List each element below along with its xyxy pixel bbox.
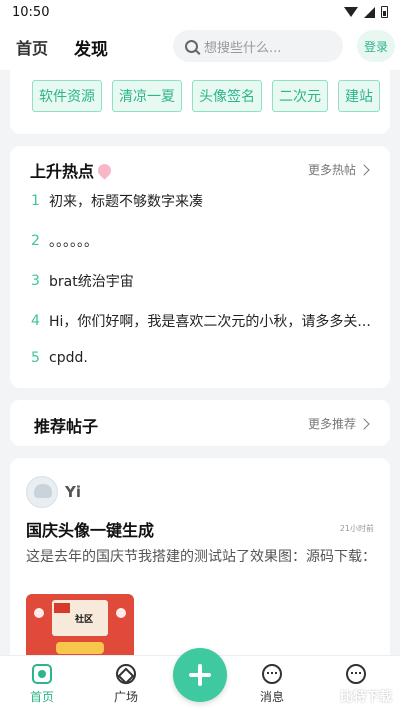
hot-rank: 1 <box>31 193 40 209</box>
hot-topics-card: 上升热点 更多热帖 1 初来，标题不够数字来凑 2 。。。。。。 3 brat统… <box>10 146 390 388</box>
hot-item[interactable]: 4 Hi，你们好啊，我是喜欢二次元的小秋，请多多关... <box>31 311 381 331</box>
hot-topics-title: 上升热点 <box>30 158 114 182</box>
post-body: 这是去年的国庆节我搭建的测试站了效果图：源码下载： <box>26 549 376 565</box>
hot-item[interactable]: 5 cpdd. <box>31 350 381 366</box>
tag-summer[interactable]: 清凉一夏 <box>112 80 182 112</box>
bottom-tab-profile[interactable] <box>326 664 386 688</box>
hot-rank: 5 <box>31 350 40 366</box>
post-image[interactable]: 社区 <box>26 594 134 664</box>
more-recommend-link[interactable]: 更多推荐 <box>307 415 370 432</box>
bottom-tab-messages[interactable]: 消息 <box>242 664 302 705</box>
image-caption: 社区 <box>75 615 94 625</box>
hot-text: 。。。。。。 <box>49 234 98 250</box>
flag-icon <box>54 603 70 613</box>
more-hot-posts-label: 更多热帖 <box>307 163 356 177</box>
signal-icon <box>364 6 375 18</box>
post-title[interactable]: 国庆头像一键生成 <box>26 517 154 541</box>
hot-rank: 4 <box>31 313 40 329</box>
battery-icon <box>381 6 388 18</box>
tab-discover[interactable]: 发现 <box>74 35 109 60</box>
hot-item[interactable]: 2 。。。。。。 <box>31 231 381 251</box>
bottom-nav: 首页 广场 消息 比特下载 <box>0 648 400 711</box>
recommend-title: 推荐帖子 <box>34 417 99 436</box>
post-author[interactable]: Yi <box>65 483 81 501</box>
thumb-chip <box>56 642 104 654</box>
tag-anime[interactable]: 二次元 <box>272 80 328 112</box>
tag-avatar-signature[interactable]: 头像签名 <box>192 80 262 112</box>
image-prev-icon[interactable] <box>34 608 44 618</box>
more-recommend-label: 更多推荐 <box>307 417 356 431</box>
avatar[interactable] <box>26 476 58 508</box>
chat-icon <box>346 664 366 684</box>
bottom-tab-messages-label: 消息 <box>259 690 284 704</box>
status-time: 10:50 <box>12 4 50 20</box>
compass-icon <box>116 664 136 684</box>
fire-icon <box>95 160 114 180</box>
hot-item[interactable]: 1 初来，标题不够数字来凑 <box>31 191 381 211</box>
tab-home[interactable]: 首页 <box>16 35 48 59</box>
tag-website[interactable]: 建站 <box>338 80 380 112</box>
hot-rank: 3 <box>31 273 40 289</box>
bottom-tab-home-label: 首页 <box>29 690 54 704</box>
tag-software[interactable]: 软件资源 <box>32 80 102 112</box>
hot-topics-title-text: 上升热点 <box>30 162 95 181</box>
hot-rank: 2 <box>31 233 40 249</box>
search-input[interactable]: 想搜些什么... <box>173 30 343 62</box>
search-icon <box>185 39 198 53</box>
more-hot-posts-link[interactable]: 更多热帖 <box>307 161 370 178</box>
hot-text: brat统治宇宙 <box>49 274 134 290</box>
bottom-tab-home[interactable]: 首页 <box>12 664 72 705</box>
hot-item[interactable]: 3 brat统治宇宙 <box>31 271 381 291</box>
hot-text: 初来，标题不够数字来凑 <box>49 194 203 210</box>
tag-card: 软件资源 清凉一夏 头像签名 二次元 建站 <box>10 66 390 134</box>
chevron-right-icon <box>358 417 370 430</box>
recommend-card: 推荐帖子 更多推荐 <box>10 400 390 446</box>
status-icons <box>344 6 388 18</box>
login-button[interactable]: 登录 <box>357 30 395 62</box>
post-time: 21小时前 <box>339 524 374 533</box>
chevron-right-icon <box>358 163 370 176</box>
home-icon <box>32 664 52 684</box>
tag-row: 软件资源 清凉一夏 头像签名 二次元 建站 <box>32 80 380 112</box>
image-next-icon[interactable] <box>116 608 126 618</box>
status-bar: 10:50 <box>0 0 400 24</box>
bottom-tab-square-label: 广场 <box>113 690 138 704</box>
add-post-button[interactable] <box>173 648 227 702</box>
search-placeholder: 想搜些什么... <box>204 40 282 56</box>
message-icon <box>262 664 282 684</box>
wifi-icon <box>344 7 358 17</box>
hot-text: cpdd. <box>49 350 88 366</box>
hot-text: Hi，你们好啊，我是喜欢二次元的小秋，请多多关... <box>49 314 371 330</box>
watermark: 比特下载 <box>339 690 392 705</box>
top-nav: 首页 发现 想搜些什么... 登录 <box>0 24 400 70</box>
bottom-tab-square[interactable]: 广场 <box>96 664 156 705</box>
